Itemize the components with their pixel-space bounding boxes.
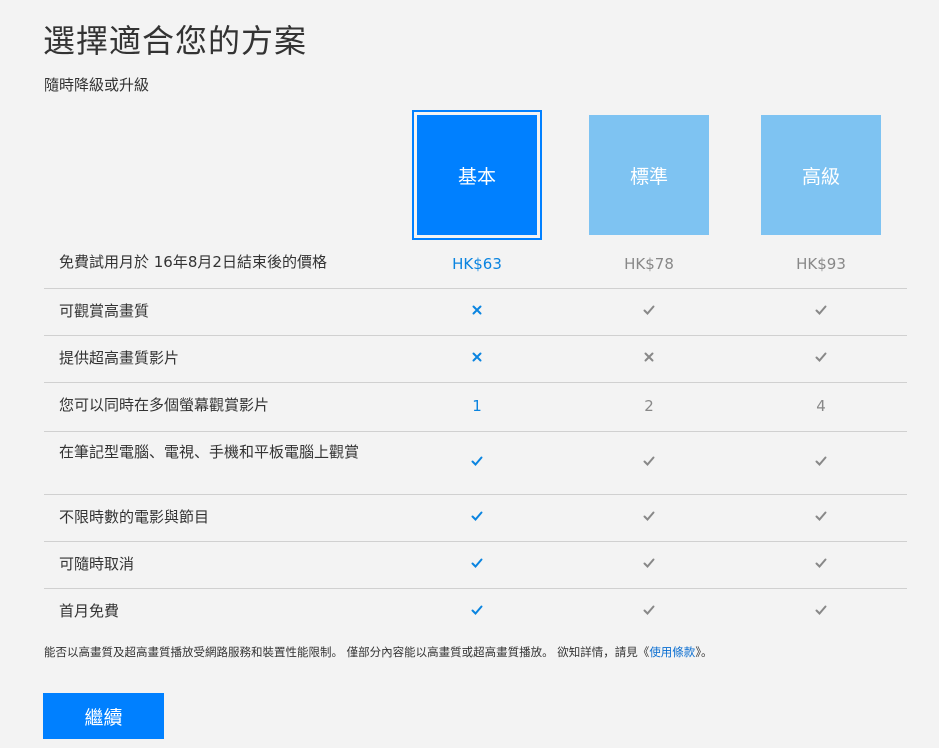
- check-icon: [815, 605, 827, 615]
- feature-row-label: 在筆記型電腦、電視、手機和平板電腦上觀賞: [59, 443, 360, 461]
- feature-premium-cell: [761, 454, 881, 472]
- feature-premium-cell: [761, 509, 881, 527]
- footnote-text: 能否以高畫質及超高畫質播放受網路服務和裝置性能限制。 僅部分內容能以高畫質或超高…: [44, 645, 650, 659]
- check-icon: [815, 352, 827, 362]
- price-premium: HK$93: [796, 255, 846, 273]
- check-icon: [471, 511, 483, 521]
- plan-standard-button[interactable]: 標準: [589, 115, 709, 235]
- plan-premium-label: 高級: [801, 165, 840, 188]
- feature-standard-cell: [589, 556, 709, 574]
- feature-row: 首月免費: [44, 589, 907, 635]
- check-icon: [643, 511, 655, 521]
- feature-standard-cell: [589, 454, 709, 472]
- feature-row: 您可以同時在多個螢幕觀賞影片 1 2 4: [44, 383, 907, 432]
- check-icon: [643, 558, 655, 568]
- feature-row-label: 可隨時取消: [59, 555, 135, 573]
- check-icon: [815, 511, 827, 521]
- feature-basic-cell: [417, 350, 537, 368]
- check-icon: [643, 605, 655, 615]
- price-standard: HK$78: [624, 255, 674, 273]
- check-icon: [815, 558, 827, 568]
- plan-selection-page: 選擇適合您的方案 隨時降級或升級 基本 標準 高級 免費試用月於 16年8月2日…: [0, 0, 939, 748]
- feature-standard-cell: [589, 303, 709, 321]
- feature-row-label: 您可以同時在多個螢幕觀賞影片: [59, 396, 270, 414]
- check-icon: [643, 305, 655, 315]
- feature-row: 不限時數的電影與節目: [44, 495, 907, 542]
- footnote-text-end: 》。: [695, 645, 713, 659]
- feature-standard-value: 2: [644, 397, 654, 415]
- page-subtitle: 隨時降級或升級: [44, 76, 150, 94]
- check-icon: [471, 605, 483, 615]
- plan-premium-button[interactable]: 高級: [761, 115, 881, 235]
- check-icon: [815, 305, 827, 315]
- feature-premium-value: 4: [816, 397, 826, 415]
- check-icon: [815, 456, 827, 466]
- plan-basic-label: 基本: [457, 165, 496, 188]
- price-basic: HK$63: [452, 255, 502, 273]
- feature-basic-value: 1: [472, 397, 482, 415]
- feature-row-label: 不限時數的電影與節目: [59, 508, 210, 526]
- feature-premium-cell: [761, 303, 881, 321]
- plan-basic-button[interactable]: 基本: [417, 115, 537, 235]
- feature-basic-cell: [417, 509, 537, 527]
- feature-row: 提供超高畫質影片: [44, 336, 907, 383]
- footnote: 能否以高畫質及超高畫質播放受網路服務和裝置性能限制。 僅部分內容能以高畫質或超高…: [44, 644, 713, 660]
- feature-row-label: 提供超高畫質影片: [59, 349, 180, 367]
- plan-standard-label: 標準: [629, 165, 668, 188]
- feature-basic-cell: [417, 603, 537, 621]
- feature-premium-cell: [761, 603, 881, 621]
- feature-premium-cell: [761, 350, 881, 368]
- feature-row-label: 首月免費: [59, 602, 120, 620]
- cross-icon: [472, 305, 482, 315]
- price-row: 免費試用月於 16年8月2日結束後的價格 HK$63 HK$78 HK$93: [44, 242, 907, 289]
- feature-basic-cell: [417, 454, 537, 472]
- price-row-label: 免費試用月於 16年8月2日結束後的價格: [59, 253, 327, 271]
- page-title: 選擇適合您的方案: [43, 22, 308, 60]
- terms-link[interactable]: 使用條款: [649, 645, 695, 659]
- cross-icon: [472, 352, 482, 362]
- check-icon: [643, 456, 655, 466]
- feature-row: 在筆記型電腦、電視、手機和平板電腦上觀賞: [44, 432, 907, 495]
- feature-premium-cell: [761, 556, 881, 574]
- feature-row: 可觀賞高畫質: [44, 289, 907, 336]
- check-icon: [471, 558, 483, 568]
- feature-standard-cell: [589, 603, 709, 621]
- continue-button[interactable]: 繼續: [43, 693, 164, 739]
- cross-icon: [644, 352, 654, 362]
- feature-basic-cell: [417, 556, 537, 574]
- feature-row: 可隨時取消: [44, 542, 907, 589]
- feature-row-label: 可觀賞高畫質: [59, 302, 150, 320]
- feature-basic-cell: [417, 303, 537, 321]
- feature-standard-cell: [589, 350, 709, 368]
- check-icon: [471, 456, 483, 466]
- feature-standard-cell: [589, 509, 709, 527]
